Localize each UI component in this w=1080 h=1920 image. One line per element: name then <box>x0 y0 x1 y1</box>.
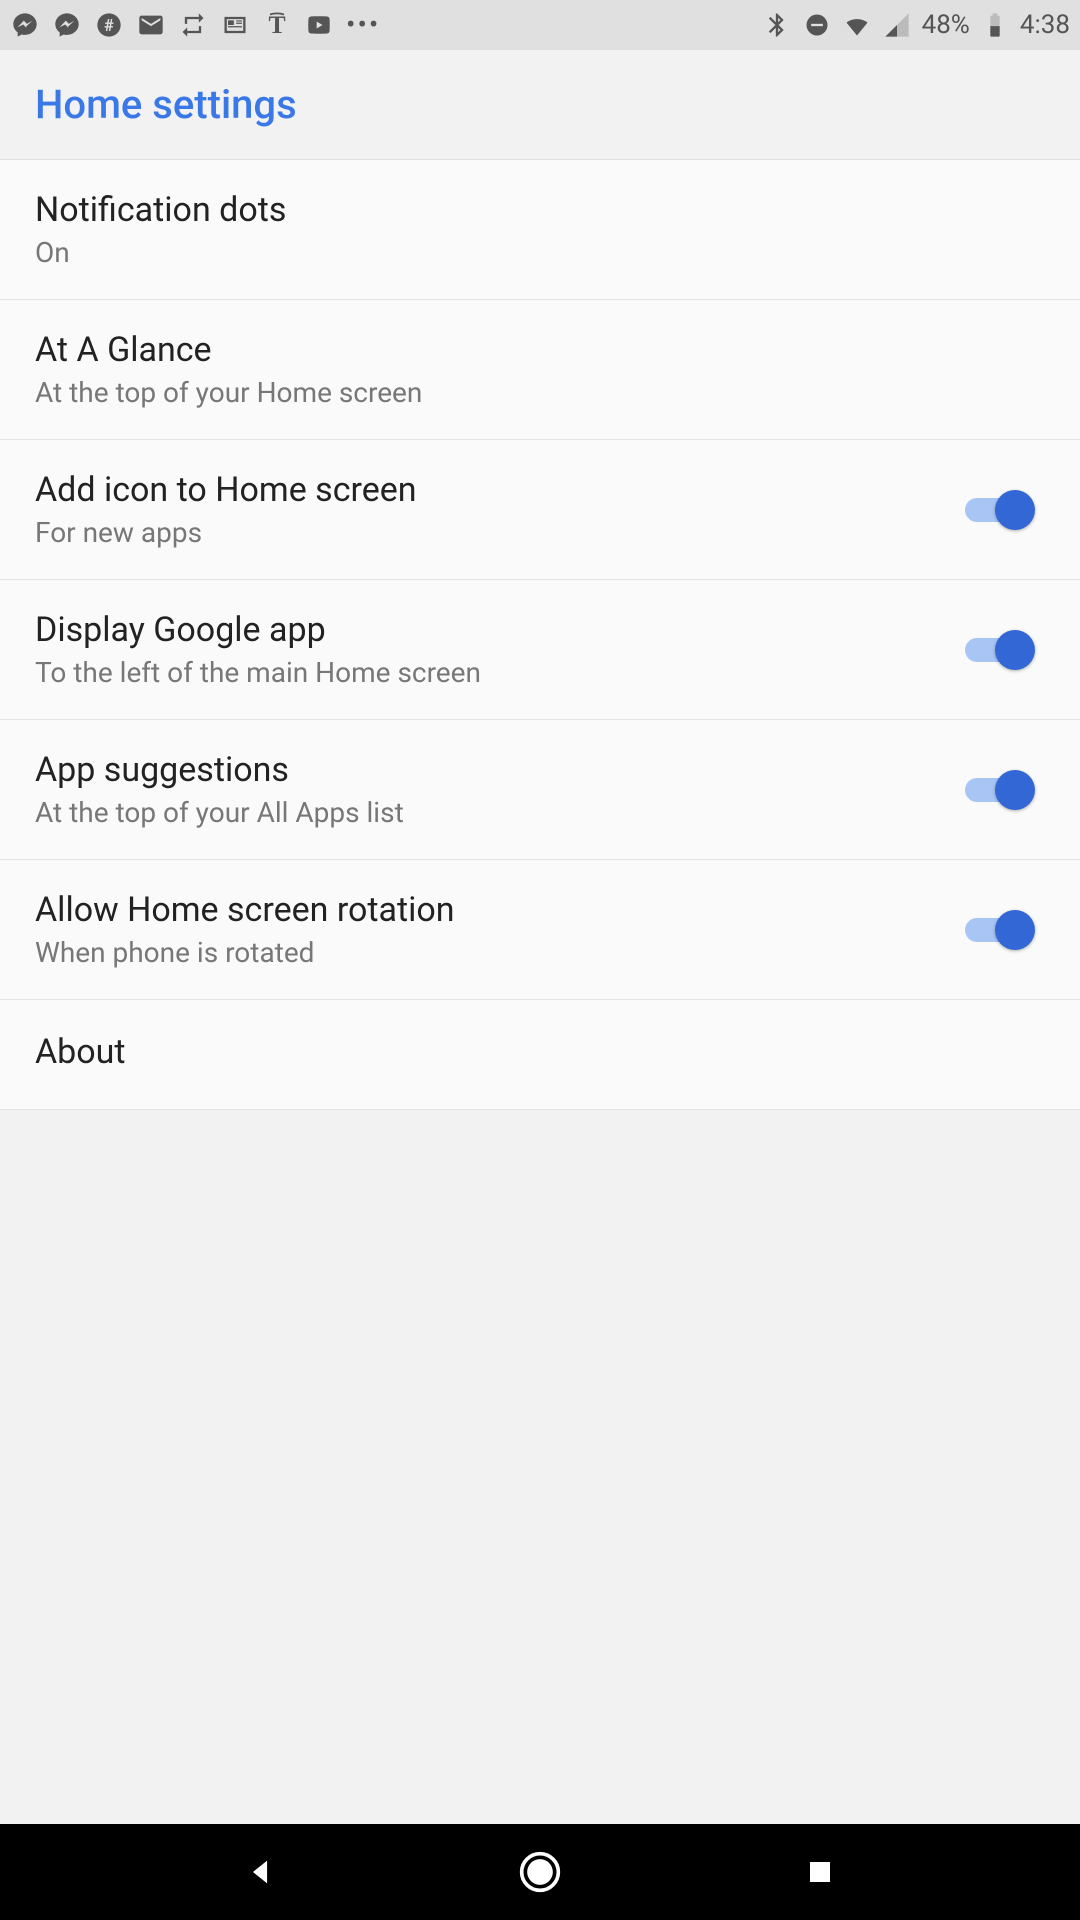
status-bar: # T ••• 48% <box>0 0 1080 50</box>
setting-about[interactable]: About <box>0 1000 1080 1110</box>
setting-title: Display Google app <box>35 610 965 650</box>
news-icon <box>220 10 250 40</box>
setting-title: Add icon to Home screen <box>35 470 965 510</box>
messenger-icon-2 <box>52 10 82 40</box>
setting-title: About <box>35 1032 1045 1072</box>
status-left-icons: # T ••• <box>10 10 762 40</box>
toggle-allow-rotation[interactable] <box>965 910 1035 950</box>
nav-bar <box>0 1824 1080 1920</box>
nyt-icon: T <box>262 10 292 40</box>
nav-recents-button[interactable] <box>795 1847 845 1897</box>
hash-icon: # <box>94 10 124 40</box>
nav-back-button[interactable] <box>235 1847 285 1897</box>
setting-subtitle: For new apps <box>35 516 965 549</box>
page-title: Home settings <box>35 81 297 128</box>
setting-at-a-glance[interactable]: At A Glance At the top of your Home scre… <box>0 300 1080 440</box>
app-bar: Home settings <box>0 50 1080 160</box>
toggle-display-google-app[interactable] <box>965 630 1035 670</box>
retweet-icon <box>178 10 208 40</box>
setting-subtitle: On <box>35 236 1045 269</box>
bluetooth-icon <box>762 10 792 40</box>
status-right-icons: 48% 4:38 <box>762 10 1070 40</box>
setting-subtitle: To the left of the main Home screen <box>35 656 965 689</box>
setting-allow-rotation[interactable]: Allow Home screen rotation When phone is… <box>0 860 1080 1000</box>
nav-home-button[interactable] <box>515 1847 565 1897</box>
setting-title: At A Glance <box>35 330 1045 370</box>
toggle-app-suggestions[interactable] <box>965 770 1035 810</box>
more-icon: ••• <box>346 11 380 39</box>
setting-title: Notification dots <box>35 190 1045 230</box>
status-time: 4:38 <box>1020 10 1070 40</box>
setting-title: Allow Home screen rotation <box>35 890 965 930</box>
svg-text:T: T <box>268 11 285 39</box>
dnd-icon <box>802 10 832 40</box>
battery-percent: 48% <box>922 10 970 40</box>
setting-add-icon-home[interactable]: Add icon to Home screen For new apps <box>0 440 1080 580</box>
battery-icon <box>980 10 1010 40</box>
svg-text:#: # <box>104 16 114 35</box>
gmail-icon <box>136 10 166 40</box>
settings-list: Notification dots On At A Glance At the … <box>0 160 1080 1110</box>
setting-app-suggestions[interactable]: App suggestions At the top of your All A… <box>0 720 1080 860</box>
setting-subtitle: When phone is rotated <box>35 936 965 969</box>
setting-subtitle: At the top of your All Apps list <box>35 796 965 829</box>
wifi-icon <box>842 10 872 40</box>
toggle-add-icon-home[interactable] <box>965 490 1035 530</box>
setting-title: App suggestions <box>35 750 965 790</box>
youtube-icon <box>304 10 334 40</box>
setting-subtitle: At the top of your Home screen <box>35 376 1045 409</box>
setting-display-google-app[interactable]: Display Google app To the left of the ma… <box>0 580 1080 720</box>
cell-signal-icon <box>882 10 912 40</box>
setting-notification-dots[interactable]: Notification dots On <box>0 160 1080 300</box>
messenger-icon <box>10 10 40 40</box>
